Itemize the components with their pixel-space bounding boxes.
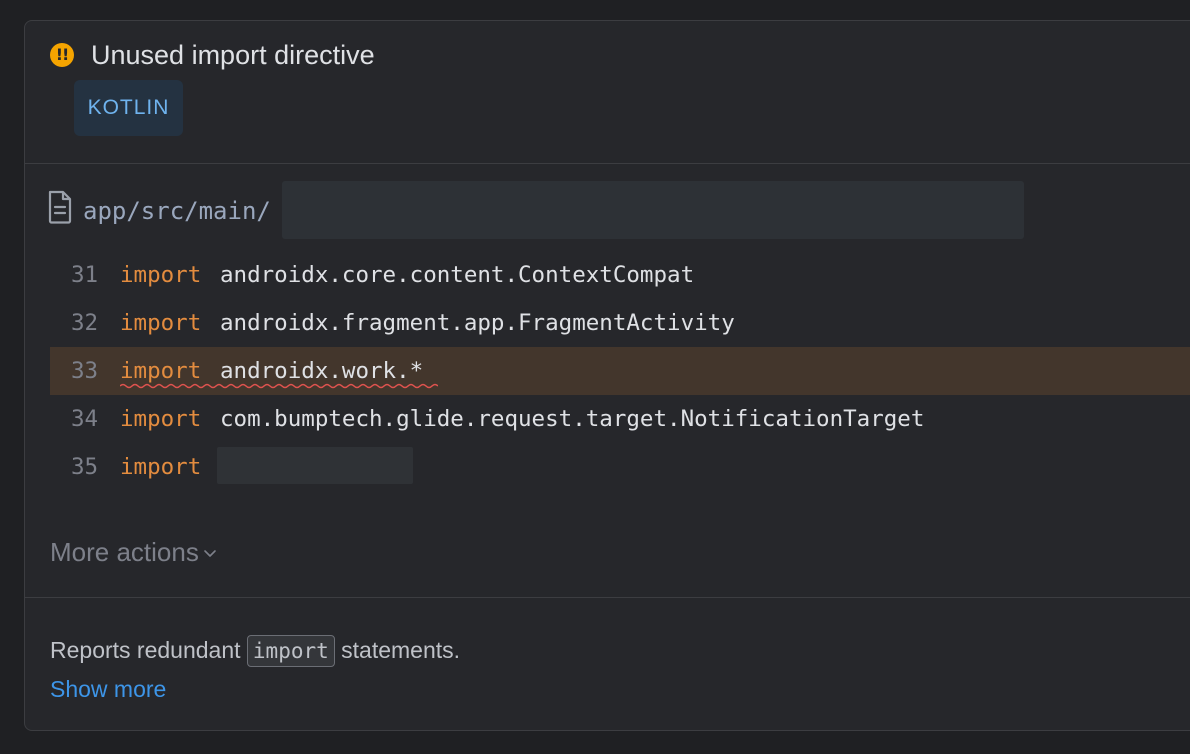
description-suffix: statements. bbox=[341, 637, 461, 663]
inspection-panel: !! Unused import directive KOTLIN app/sr… bbox=[24, 20, 1190, 731]
code-line: 32 import androidx.fragment.app.Fragment… bbox=[50, 299, 1190, 347]
inspection-description: Reports redundant import statements. bbox=[50, 635, 460, 667]
import-keyword: import bbox=[120, 406, 202, 432]
description-prefix: Reports redundant bbox=[50, 637, 241, 663]
line-number: 34 bbox=[71, 406, 99, 432]
line-number: 32 bbox=[71, 310, 99, 336]
chevron-down-icon bbox=[204, 550, 216, 557]
code-snippet: 31 import androidx.core.content.ContextC… bbox=[50, 251, 1190, 491]
inspection-title: Unused import directive bbox=[91, 40, 375, 70]
code-line: 34 import com.bumptech.glide.request.tar… bbox=[50, 395, 1190, 443]
language-badge: KOTLIN bbox=[74, 80, 183, 136]
file-path-row[interactable]: app/src/main/ bbox=[47, 181, 1027, 241]
line-number: 31 bbox=[71, 262, 99, 288]
more-actions-label: More actions bbox=[50, 537, 199, 567]
exclamation-warning-icon: !! bbox=[50, 43, 74, 67]
import-path: androidx.core.content.ContextCompat bbox=[220, 262, 695, 288]
code-line-highlighted[interactable]: 33 import androidx.work.* bbox=[50, 347, 1190, 395]
code-line: 31 import androidx.core.content.ContextC… bbox=[50, 251, 1190, 299]
import-keyword: import bbox=[120, 310, 202, 336]
line-number: 33 bbox=[71, 358, 99, 384]
divider bbox=[25, 597, 1190, 598]
inspection-header: !! Unused import directive KOTLIN bbox=[25, 21, 1190, 164]
file-path[interactable]: app/src/main/ bbox=[83, 197, 271, 225]
import-keyword: import bbox=[120, 262, 202, 288]
redacted-import-path bbox=[217, 447, 413, 484]
file-icon bbox=[48, 190, 72, 224]
more-actions-button[interactable]: More actions bbox=[50, 537, 217, 568]
import-path: androidx.fragment.app.FragmentActivity bbox=[220, 310, 735, 336]
redacted-path bbox=[282, 181, 1024, 239]
show-more-link[interactable]: Show more bbox=[50, 676, 166, 703]
line-number: 35 bbox=[71, 454, 99, 480]
import-keyword: import bbox=[120, 454, 202, 480]
code-chip: import bbox=[246, 635, 335, 667]
error-squiggle bbox=[120, 383, 438, 389]
import-path: com.bumptech.glide.request.target.Notifi… bbox=[220, 406, 925, 432]
code-line: 35 import bbox=[50, 443, 1190, 491]
